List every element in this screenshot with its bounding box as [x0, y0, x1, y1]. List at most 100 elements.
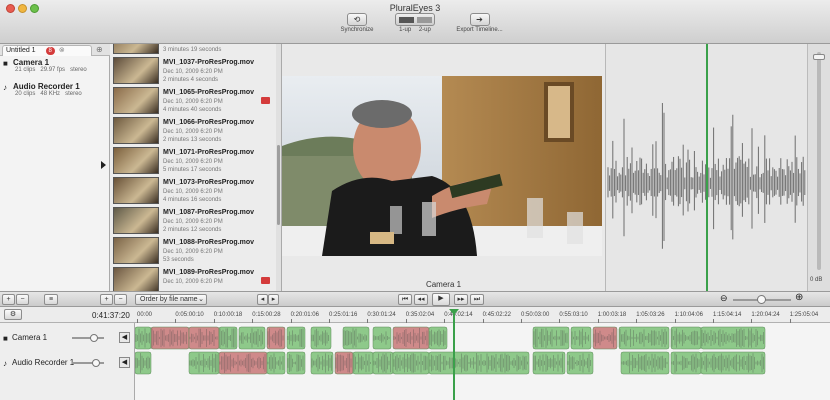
layout-toggle[interactable]: 1-up 2-up — [394, 13, 436, 41]
clip-date: Dec 10, 2009 6:20 PM — [163, 99, 223, 105]
video-frame — [282, 76, 602, 256]
camera-icon: ■ — [3, 59, 8, 68]
disclosure-arrow-icon[interactable] — [101, 161, 106, 169]
camera-icon: ■ — [3, 334, 8, 343]
play-button[interactable]: ▶ — [432, 293, 450, 306]
waveform-playhead — [706, 44, 708, 291]
speaker-icon[interactable]: ◀ — [119, 357, 130, 368]
zoom-slider-thumb[interactable] — [757, 295, 766, 304]
remove-source-button[interactable]: − — [16, 294, 29, 305]
ruler-tick-label: 0:30:01:24 — [367, 312, 396, 318]
clip-name: MVI_1065-ProResProg.mov — [163, 89, 255, 96]
clip-duration: 53 seconds — [163, 257, 194, 263]
clip-thumbnail — [113, 147, 159, 174]
clip-item[interactable]: MVI_1088-ProResProg.mov Dec 10, 2009 6:20… — [110, 236, 278, 266]
playhead-handle-icon[interactable] — [449, 309, 459, 315]
remove-clip-button[interactable]: − — [114, 294, 127, 305]
clip-duration: 5 minutes 17 seconds — [163, 167, 222, 173]
clip-date: Dec 10, 2009 6:20 PM — [163, 249, 223, 255]
clip-date: Dec 10, 2009 6:20 PM — [163, 159, 223, 165]
add-source-button[interactable]: + — [2, 294, 15, 305]
clip-warning-icon — [261, 277, 270, 284]
layout-2up-label[interactable]: 2-up — [419, 27, 431, 33]
timeline-playhead[interactable] — [453, 310, 455, 400]
track-volume-thumb[interactable] — [92, 359, 100, 367]
close-tab-icon[interactable]: ⊗ — [59, 47, 65, 54]
synchronize-button[interactable]: ⟲ Synchronize — [337, 13, 377, 41]
clip-thumbnail — [113, 117, 159, 144]
list-view-button[interactable]: ≡ — [44, 294, 58, 305]
previous-clip-button[interactable]: ◂ — [257, 294, 268, 305]
clip-date: Dec 10, 2009 6:20 PM — [163, 189, 223, 195]
go-to-start-button[interactable]: ⏮ — [398, 294, 412, 305]
window-title: PluralEyes 3 — [389, 3, 441, 13]
ruler-tick-label: 1:10:04:06 — [674, 312, 703, 318]
ruler-tick-label: 1:05:03:26 — [636, 312, 665, 318]
clip-date: Dec 10, 2009 6:20 PM — [163, 219, 223, 225]
clip-item[interactable]: Dec 10, 2009 6:20 PM 3 minutes 19 seconds — [110, 44, 278, 56]
sort-order-value: Order by file name — [140, 296, 198, 303]
controls-bar: + − ≡ + − Order by file name ⌄ ◂ ▸ ⏮ ◂◂ … — [0, 291, 830, 307]
clip-item[interactable]: MVI_1037-ProResProg.mov Dec 10, 2009 6:20… — [110, 56, 278, 86]
ruler-tick-label: 0:20:01:06 — [290, 312, 319, 318]
clip-name: MVI_1071-ProResProg.mov — [163, 149, 255, 156]
ruler-tick-label: 0:35:02:04 — [405, 312, 435, 318]
clip-thumbnail — [113, 87, 159, 114]
timeline-clip — [670, 326, 702, 350]
clip-thumbnail — [113, 267, 159, 291]
ruler-tick-label: 0:10:00:18 — [213, 312, 243, 318]
clip-name: MVI_1087-ProResProg.mov — [163, 209, 255, 216]
clip-thumbnail — [113, 57, 159, 84]
clip-item[interactable]: MVI_1089-ProResProg.mov Dec 10, 2009 6:20… — [110, 266, 278, 291]
project-tabs: Untitled 1 8 ⊗ ⊕ — [0, 44, 110, 56]
ruler-tick-label: 0:25:01:16 — [329, 312, 358, 318]
tab-untitled-1[interactable]: Untitled 1 8 ⊗ — [2, 45, 92, 56]
volume-slider-thumb[interactable] — [813, 54, 825, 60]
clip-list-scroll-thumb[interactable] — [277, 145, 280, 225]
add-clip-button[interactable]: + — [100, 294, 113, 305]
export-timeline-button[interactable]: ➔ Export Timeline... — [452, 13, 507, 41]
ruler-tick-label: 1:15:04:14 — [713, 312, 742, 318]
clip-item[interactable]: MVI_1087-ProResProg.mov Dec 10, 2009 6:20… — [110, 206, 278, 236]
clip-duration: 4 minutes 40 seconds — [163, 107, 222, 113]
go-to-end-button[interactable]: ⏭ — [470, 294, 484, 305]
clip-item[interactable]: MVI_1073-ProResProg.mov Dec 10, 2009 6:20… — [110, 176, 278, 206]
track-volume-thumb[interactable] — [90, 334, 98, 342]
toolbar: PluralEyes 3 ⟲ Synchronize 1-up 2-up ➔ E… — [0, 0, 830, 44]
layout-1up-label[interactable]: 1-up — [399, 27, 411, 33]
timeline-settings-button[interactable]: ⚙ — [4, 309, 22, 320]
timeline-clip — [188, 326, 220, 350]
microphone-icon: ♪ — [3, 83, 7, 92]
next-clip-button[interactable]: ▸ — [268, 294, 279, 305]
step-forward-button[interactable]: ▸▸ — [454, 294, 468, 305]
clip-item[interactable]: MVI_1071-ProResProg.mov Dec 10, 2009 6:20… — [110, 146, 278, 176]
ruler-tick-label: 0:15:00:28 — [252, 312, 281, 318]
microphone-icon: ♪ — [3, 359, 7, 368]
sort-order-select[interactable]: Order by file name ⌄ — [135, 294, 207, 305]
ruler-tick-label: 0:55:03:10 — [559, 312, 588, 318]
export-icon: ➔ — [469, 13, 490, 26]
clip-thumbnail — [113, 177, 159, 204]
speaker-icon[interactable]: ◀ — [119, 332, 130, 343]
clip-name: MVI_1037-ProResProg.mov — [163, 59, 255, 66]
track-volume-slider[interactable] — [72, 337, 104, 339]
zoom-out-icon[interactable]: ⊖ — [720, 293, 728, 304]
clip-thumbnail — [113, 44, 159, 54]
tab-label: Untitled 1 — [6, 47, 36, 54]
timeline-clip — [188, 351, 220, 375]
layout-icon — [395, 13, 435, 26]
ruler-tick-label: 0:05:00:10 — [175, 312, 204, 318]
add-tab-button[interactable]: ⊕ — [96, 45, 103, 54]
timeline-tracks[interactable] — [134, 323, 830, 400]
timeline-clips[interactable] — [134, 323, 830, 400]
source-item-audio[interactable]: ♪ Audio Recorder 1 20 clips 48 KHz stere… — [3, 82, 107, 97]
clip-date: Dec 10, 2009 6:20 PM — [163, 69, 223, 75]
clip-item[interactable]: MVI_1066-ProResProg.mov Dec 10, 2009 6:20… — [110, 116, 278, 146]
zoom-in-icon[interactable]: ⊕ — [795, 292, 803, 303]
step-back-button[interactable]: ◂◂ — [414, 294, 428, 305]
clip-duration: 4 minutes 16 seconds — [163, 197, 222, 203]
clip-item[interactable]: MVI_1065-ProResProg.mov Dec 10, 2009 6:20… — [110, 86, 278, 116]
volume-slider-track[interactable] — [817, 52, 821, 270]
source-item-camera[interactable]: ■ Camera 1 21 clips 29.97 fps stereo — [3, 58, 107, 73]
timeline-ruler[interactable]: 00:00 0:05:00:10 0:10:00:18 0:15:00:28 0:20:… — [135, 307, 830, 323]
